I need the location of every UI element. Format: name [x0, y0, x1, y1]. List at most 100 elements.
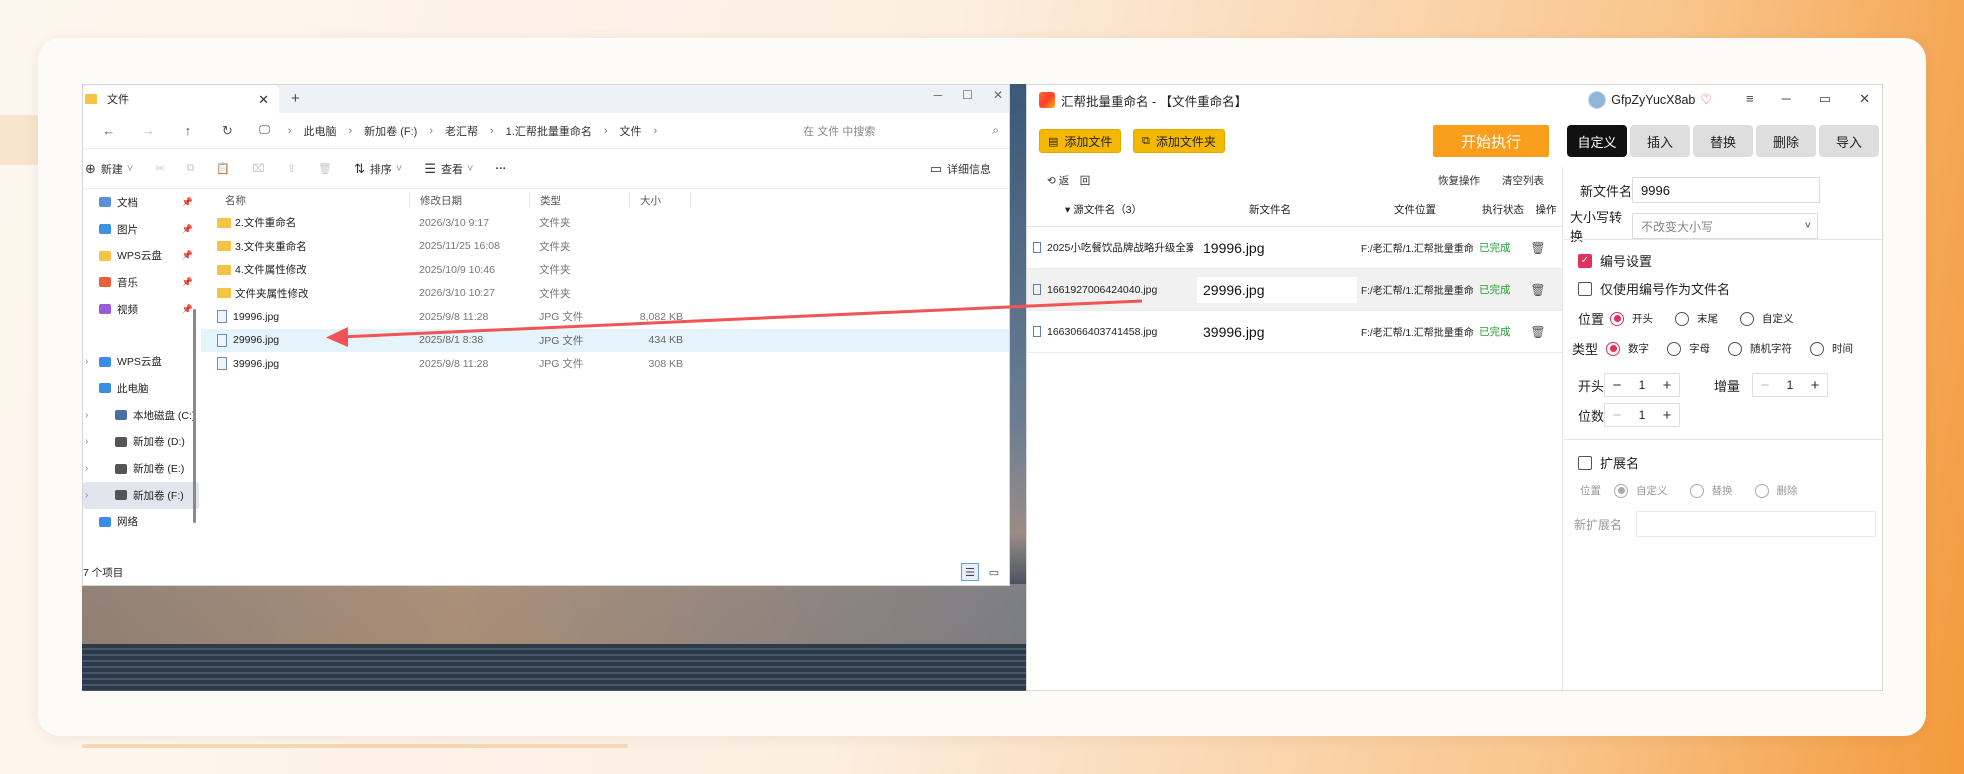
case-convert-select[interactable]: 不改变大小写 ˅	[1632, 213, 1818, 239]
type-letter-option[interactable]: 字母	[1667, 341, 1710, 356]
nav-item-tree[interactable]: › 新加卷 (D:)	[83, 429, 199, 456]
nav-item-tree[interactable]: › 新加卷 (E:)	[83, 455, 199, 482]
trash-icon[interactable]: 🗑	[1523, 241, 1553, 255]
nav-item-pinned[interactable]: WPS云盘 📌	[83, 242, 199, 269]
sort-button[interactable]: ⇅ 排序 ˅	[354, 161, 402, 177]
menu-icon[interactable]: ≡	[1746, 91, 1754, 107]
new-tab-button[interactable]: +	[291, 90, 300, 107]
forward-icon[interactable]: →	[129, 123, 169, 138]
more-button[interactable]: ···	[495, 163, 506, 175]
chevron-right-icon[interactable]: ›	[85, 356, 88, 367]
new-ext-input[interactable]	[1636, 511, 1876, 537]
file-row[interactable]: 3.文件夹重命名 2025/11/25 16:08 文件夹	[201, 235, 1009, 259]
copy-icon[interactable]: ⧉	[187, 162, 195, 175]
user-account[interactable]: GfpZyYucX8ab ♡	[1588, 91, 1712, 109]
position-custom-option[interactable]: 自定义	[1740, 311, 1794, 326]
breadcrumb-item[interactable]: 新加卷 (F:)	[364, 123, 417, 139]
search-input[interactable]: 在 文件 中搜索 ⌕	[793, 118, 1003, 144]
new-name-input[interactable]: 9996	[1632, 177, 1820, 203]
type-number-option[interactable]: 数字	[1606, 341, 1649, 356]
nav-item-tree[interactable]: 此电脑	[83, 375, 199, 402]
add-file-button[interactable]: ▤ 添加文件	[1039, 129, 1122, 153]
minus-icon[interactable]: −	[1605, 407, 1629, 424]
undo-button[interactable]: ⟲ 返 回	[1047, 173, 1090, 188]
start-stepper[interactable]: − 1 +	[1604, 373, 1680, 397]
ext-custom-option[interactable]: 自定义	[1614, 483, 1668, 498]
chevron-right-icon[interactable]: ›	[85, 490, 88, 501]
column-size[interactable]: 大小	[629, 192, 691, 208]
file-row[interactable]: 19996.jpg 2025/9/8 11:28 JPG 文件 8,082 KB	[201, 305, 1009, 329]
chevron-right-icon[interactable]: ›	[85, 410, 88, 421]
minimize-icon[interactable]: ─	[1782, 91, 1791, 107]
only-number-checkbox[interactable]	[1578, 281, 1592, 296]
maximize-icon[interactable]: ▭	[1819, 91, 1831, 107]
increment-stepper[interactable]: − 1 +	[1752, 373, 1828, 397]
close-icon[interactable]: ✕	[993, 88, 1003, 102]
type-time-option[interactable]: 时间	[1810, 341, 1853, 356]
column-type[interactable]: 类型	[529, 192, 629, 208]
tab-import[interactable]: 导入	[1819, 125, 1879, 157]
cut-icon[interactable]: ✂	[155, 162, 164, 175]
nav-scrollbar[interactable]	[193, 309, 196, 523]
nav-item-pinned[interactable]: 图片 📌	[83, 216, 199, 243]
type-random-option[interactable]: 随机字符	[1728, 341, 1792, 356]
monitor-icon[interactable]: 🖵	[259, 124, 270, 137]
table-row[interactable]: 2025小吃餐饮品牌战略升级全案 19996.jpg F:/老汇帮/1.汇帮批量…	[1027, 227, 1562, 269]
add-folder-button[interactable]: ⧉ 添加文件夹	[1133, 129, 1225, 153]
up-icon[interactable]: ↑	[168, 123, 208, 138]
share-icon[interactable]: ⇪	[287, 162, 296, 175]
table-row[interactable]: 1661927006424040.jpg 29996.jpg F:/老汇帮/1.…	[1027, 269, 1562, 311]
start-button[interactable]: 开始执行	[1433, 125, 1549, 157]
plus-icon[interactable]: +	[1655, 407, 1679, 424]
minimize-icon[interactable]: ─	[934, 88, 943, 102]
nav-item-tree[interactable]: 网络	[83, 509, 199, 536]
plus-icon[interactable]: +	[1655, 377, 1679, 394]
ext-delete-option[interactable]: 删除	[1754, 483, 1798, 498]
file-row[interactable]: 29996.jpg 2025/8/1 8:38 JPG 文件 434 KB	[201, 328, 1009, 352]
nav-item-tree[interactable]: › 本地磁盘 (C:)	[83, 402, 199, 429]
close-icon[interactable]: ✕	[1859, 91, 1870, 107]
tiles-view-icon[interactable]: ▭	[985, 563, 1003, 581]
file-row[interactable]: 39996.jpg 2025/9/8 11:28 JPG 文件 308 KB	[201, 352, 1009, 376]
tab-delete[interactable]: 删除	[1756, 125, 1816, 157]
numbering-checkbox[interactable]: ✓	[1578, 253, 1592, 268]
clear-list-button[interactable]: 清空列表	[1502, 173, 1544, 188]
delete-icon[interactable]: 🗑	[318, 162, 332, 175]
file-row[interactable]: 4.文件属性修改 2025/10/9 10:46 文件夹	[201, 258, 1009, 282]
breadcrumb-item[interactable]: 此电脑	[303, 123, 336, 139]
column-name[interactable]: 名称	[201, 193, 409, 208]
nav-item-pinned[interactable]: 视频 📌	[83, 296, 199, 323]
close-tab-icon[interactable]: ✕	[258, 92, 269, 108]
back-icon[interactable]: ←	[89, 123, 129, 138]
rename-icon[interactable]: ⌧	[252, 162, 265, 175]
refresh-icon[interactable]: ↻	[208, 123, 248, 139]
column-date[interactable]: 修改日期	[409, 192, 529, 208]
nav-item-tree[interactable]: › WPS云盘	[83, 348, 199, 375]
breadcrumb-item[interactable]: 老汇帮	[445, 123, 478, 139]
tab-insert[interactable]: 插入	[1630, 125, 1690, 157]
extension-checkbox[interactable]	[1578, 455, 1592, 470]
nav-item-pinned[interactable]: 音乐 📌	[83, 269, 199, 296]
chevron-right-icon[interactable]: ›	[85, 436, 88, 447]
trash-icon[interactable]: 🗑	[1523, 283, 1553, 297]
breadcrumb-item[interactable]: 1.汇帮批量重命名	[506, 123, 592, 139]
tab-custom[interactable]: 自定义	[1567, 125, 1627, 157]
chevron-right-icon[interactable]: ›	[85, 463, 88, 474]
table-row[interactable]: 1663066403741458.jpg 39996.jpg F:/老汇帮/1.…	[1027, 311, 1562, 353]
nav-item-tree[interactable]: › 新加卷 (F:)	[83, 481, 199, 509]
file-row[interactable]: 文件夹属性修改 2026/3/10 10:27 文件夹	[201, 282, 1009, 306]
minus-icon[interactable]: −	[1605, 377, 1629, 394]
breadcrumb-item[interactable]: 文件	[620, 123, 642, 139]
paste-icon[interactable]: 📋	[216, 162, 230, 175]
position-start-option[interactable]: 开头	[1610, 311, 1653, 326]
header-source-name[interactable]: ▾ 源文件名（3）	[1027, 202, 1185, 217]
position-end-option[interactable]: 末尾	[1675, 311, 1718, 326]
restore-button[interactable]: 恢复操作	[1438, 173, 1480, 188]
minus-icon[interactable]: −	[1753, 377, 1777, 394]
nav-item-pinned[interactable]: 文档 📌	[83, 189, 199, 216]
ext-replace-option[interactable]: 替换	[1689, 483, 1733, 498]
trash-icon[interactable]: 🗑	[1523, 325, 1553, 339]
tab-replace[interactable]: 替换	[1693, 125, 1753, 157]
view-button[interactable]: ☰ 查看 ˅	[424, 161, 473, 177]
maximize-icon[interactable]: ☐	[962, 88, 973, 102]
